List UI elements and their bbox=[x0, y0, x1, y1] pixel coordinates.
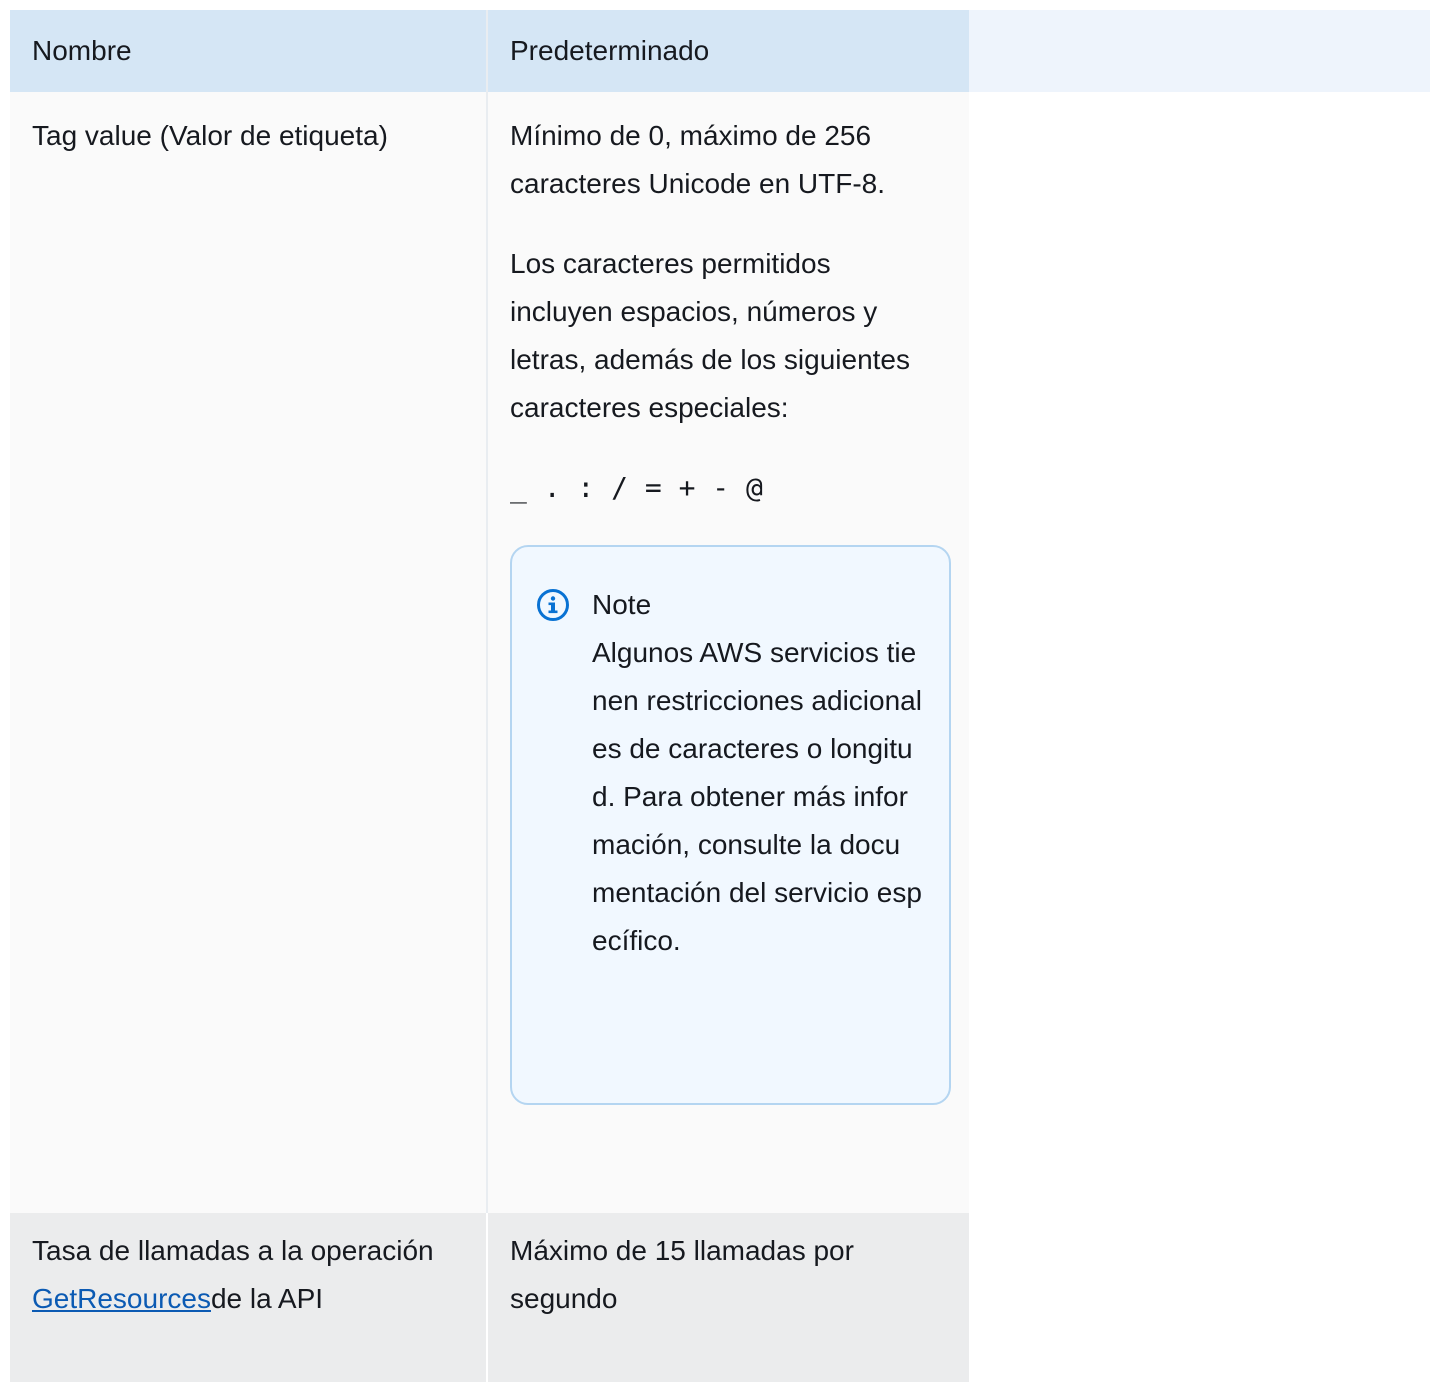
table-header-row: Nombre Predeterminado bbox=[10, 10, 1430, 92]
note-title: Note bbox=[592, 589, 652, 620]
row-default: Máximo de 15 llamadas por segundo bbox=[510, 1235, 854, 1314]
default-paragraph: Los caracteres permitidos incluyen espac… bbox=[510, 248, 910, 423]
row-name-cell: Tasa de llamadas a la operación GetResou… bbox=[10, 1213, 488, 1382]
special-characters: _ . : / = + - @ bbox=[510, 471, 763, 504]
row-default-cell: Mínimo de 0, máximo de 256 caracteres Un… bbox=[488, 92, 969, 1213]
note-body: Algunos AWS servicios tienen restriccion… bbox=[592, 637, 922, 956]
getresources-link[interactable]: GetResources bbox=[32, 1283, 211, 1314]
info-icon bbox=[536, 588, 570, 622]
table-row: Tasa de llamadas a la operación GetResou… bbox=[10, 1213, 969, 1382]
row-name: Tasa de llamadas a la operación GetResou… bbox=[32, 1227, 462, 1323]
row-default-cell: Máximo de 15 llamadas por segundo bbox=[488, 1213, 969, 1382]
table-row: Tag value (Valor de etiqueta) Mínimo de … bbox=[10, 92, 969, 1213]
note-header: Note bbox=[536, 581, 929, 629]
header-default: Predeterminado bbox=[488, 10, 969, 92]
header-name: Nombre bbox=[10, 10, 488, 92]
row-name: Tag value (Valor de etiqueta) bbox=[32, 120, 388, 151]
header-extra bbox=[969, 10, 1430, 92]
limits-table: Nombre Predeterminado Tag value (Valor d… bbox=[0, 0, 1441, 1382]
note-box: Note Algunos AWS servicios tienen restri… bbox=[510, 545, 951, 1105]
row-name-prefix: Tasa de llamadas a la operación bbox=[32, 1235, 434, 1266]
row-name-suffix: de la API bbox=[210, 1283, 324, 1314]
row-name-cell: Tag value (Valor de etiqueta) bbox=[10, 92, 488, 1213]
default-paragraph: Mínimo de 0, máximo de 256 caracteres Un… bbox=[510, 120, 886, 199]
